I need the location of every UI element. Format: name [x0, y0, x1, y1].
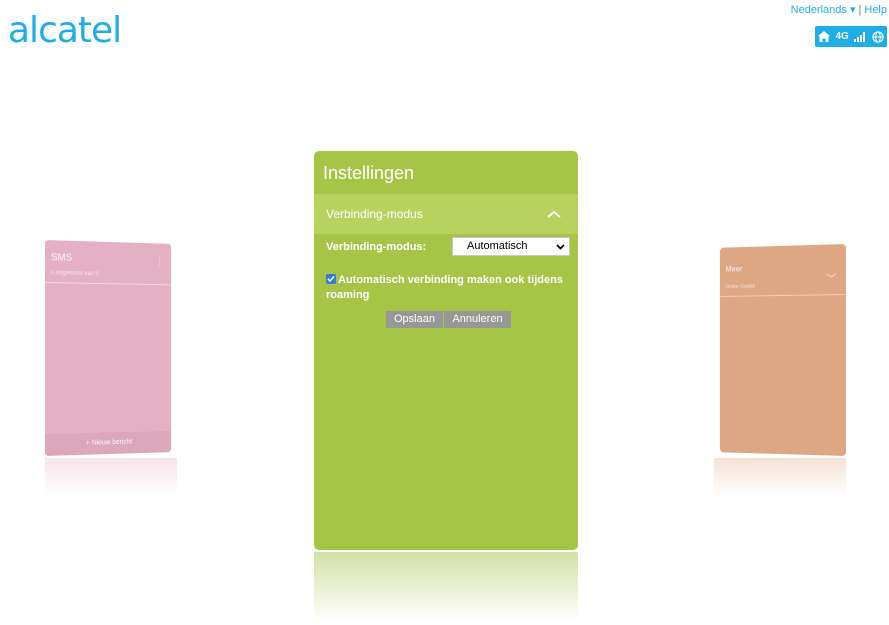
connection-mode-label: Verbinding-modus:: [326, 241, 427, 253]
divider: [719, 294, 846, 297]
divider: [45, 282, 172, 286]
separator: |: [858, 4, 862, 16]
language-help-bar: Nederlands ▾ | Help: [791, 3, 887, 16]
more-card-reflection: [714, 458, 846, 498]
chevron-up-icon[interactable]: [546, 206, 562, 224]
help-link[interactable]: Help: [864, 4, 887, 16]
save-button[interactable]: Opslaan: [386, 311, 443, 328]
roaming-checkbox[interactable]: [326, 274, 336, 284]
more-card[interactable]: Meer ﹀ Online Update: [719, 244, 846, 456]
sms-card-subtitle: 0 ongelezen van 0: [50, 270, 99, 278]
chevron-down-icon: [556, 242, 565, 254]
alcatel-logo[interactable]: alcatel: [8, 10, 122, 51]
connection-mode-select[interactable]: Automatisch: [452, 237, 570, 256]
language-selector[interactable]: Nederlands ▾: [791, 4, 856, 16]
connection-mode-section-header[interactable]: Verbinding-modus: [314, 194, 578, 234]
section-title: Verbinding-modus: [326, 207, 423, 221]
caret-down-icon: ▾: [849, 4, 856, 16]
cancel-button[interactable]: Annuleren: [444, 311, 511, 328]
signal-icon: [854, 31, 866, 42]
sms-card[interactable]: SMS ⋮ 0 ongelezen van 0 + Nieuw bericht: [45, 240, 172, 456]
roaming-label: Automatisch verbinding maken ook tijdens…: [326, 274, 563, 301]
connection-mode-value: Automatisch: [467, 240, 528, 252]
chevron-down-icon: ﹀: [826, 274, 837, 286]
roaming-option: Automatisch verbinding maken ook tijdens…: [326, 273, 566, 303]
globe-icon[interactable]: [872, 30, 884, 43]
sms-card-reflection: [45, 458, 177, 498]
settings-card-title: Instellingen: [323, 163, 415, 183]
settings-card: Instellingen Verbinding-modus Verbinding…: [314, 151, 578, 550]
status-bar: 4G: [815, 26, 887, 47]
new-message-button[interactable]: + Nieuw bericht: [45, 430, 172, 456]
home-icon[interactable]: [817, 31, 830, 42]
more-icon: ⋮: [155, 256, 164, 267]
top-right-area: Nederlands ▾ | Help 4G: [749, 0, 889, 60]
sms-card-title: SMS: [50, 252, 73, 264]
more-card-title: Meer: [725, 264, 743, 274]
network-type: 4G: [835, 31, 849, 42]
settings-card-reflection: [314, 552, 578, 622]
more-card-subtitle: Online Update: [725, 283, 756, 291]
